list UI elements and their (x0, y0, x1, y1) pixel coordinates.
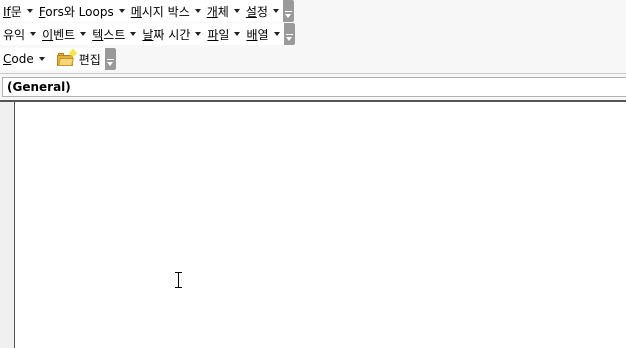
margin-indicator-bar[interactable] (0, 102, 15, 348)
folder-open-icon (56, 48, 77, 66)
menu-text[interactable]: 텍스트 (89, 24, 139, 44)
chevron-down-icon (272, 9, 279, 13)
toolbar-overflow-button[interactable] (282, 0, 294, 22)
menu-label: 파일 (207, 27, 230, 42)
menu-label: 텍스트 (92, 27, 126, 42)
toolbar-overflow-button[interactable] (283, 23, 295, 45)
chevron-down-icon (38, 57, 45, 61)
toolbar-overflow-button[interactable] (104, 48, 116, 70)
menu-array[interactable]: 배열 (243, 24, 282, 44)
menu-if-statement[interactable]: If문 (0, 1, 36, 21)
snippet-toolbar-2: 유익 이벤트 텍스트 날짜 시간 파일 배열 (0, 23, 295, 45)
code-text-area[interactable] (16, 102, 626, 348)
chevron-down-icon (233, 9, 240, 13)
snippet-toolbar-3: Code 편집 (0, 48, 116, 70)
menu-label: Fors와 Loops (38, 4, 114, 19)
menu-fors-and-loops[interactable]: Fors와 Loops (36, 1, 128, 21)
snippet-toolbar-1: If문 Fors와 Loops 메시지 박스 개체 설정 (0, 0, 294, 22)
menu-label: 메시지 박스 (130, 4, 190, 19)
menu-label: 배열 (246, 27, 269, 42)
menu-label: If문 (3, 4, 22, 19)
menu-label: 날짜 시간 (142, 27, 191, 42)
object-combo-box[interactable]: (General) (2, 77, 626, 97)
menu-code[interactable]: Code (0, 49, 48, 69)
chevron-down-icon (118, 9, 125, 13)
toolbar-separator (0, 73, 626, 74)
edit-button-label: 편집 (78, 52, 101, 67)
chevron-down-icon (273, 32, 280, 36)
menu-label: 이벤트 (42, 27, 76, 42)
chevron-down-icon (26, 9, 33, 13)
menu-object[interactable]: 개체 (204, 1, 243, 21)
object-combo-value: (General) (7, 80, 71, 94)
menu-file[interactable]: 파일 (204, 24, 243, 44)
menu-settings[interactable]: 설정 (243, 1, 282, 21)
edit-button[interactable]: 편집 (48, 48, 104, 69)
menu-label: 개체 (206, 4, 229, 19)
chevron-down-icon (130, 32, 137, 36)
menu-message-box[interactable]: 메시지 박스 (128, 1, 204, 21)
code-editor (0, 100, 626, 348)
menu-utility[interactable]: 유익 (0, 24, 39, 44)
chevron-down-icon (30, 32, 37, 36)
chevron-down-icon (80, 32, 87, 36)
menu-label: 설정 (245, 4, 268, 19)
chevron-down-icon (194, 9, 201, 13)
menu-date-time[interactable]: 날짜 시간 (139, 24, 204, 44)
menu-label: Code (3, 52, 34, 66)
text-cursor-icon (174, 272, 183, 288)
menu-label: 유익 (3, 27, 26, 42)
chevron-down-icon (234, 32, 241, 36)
chevron-down-icon (195, 32, 202, 36)
menu-events[interactable]: 이벤트 (39, 24, 89, 44)
